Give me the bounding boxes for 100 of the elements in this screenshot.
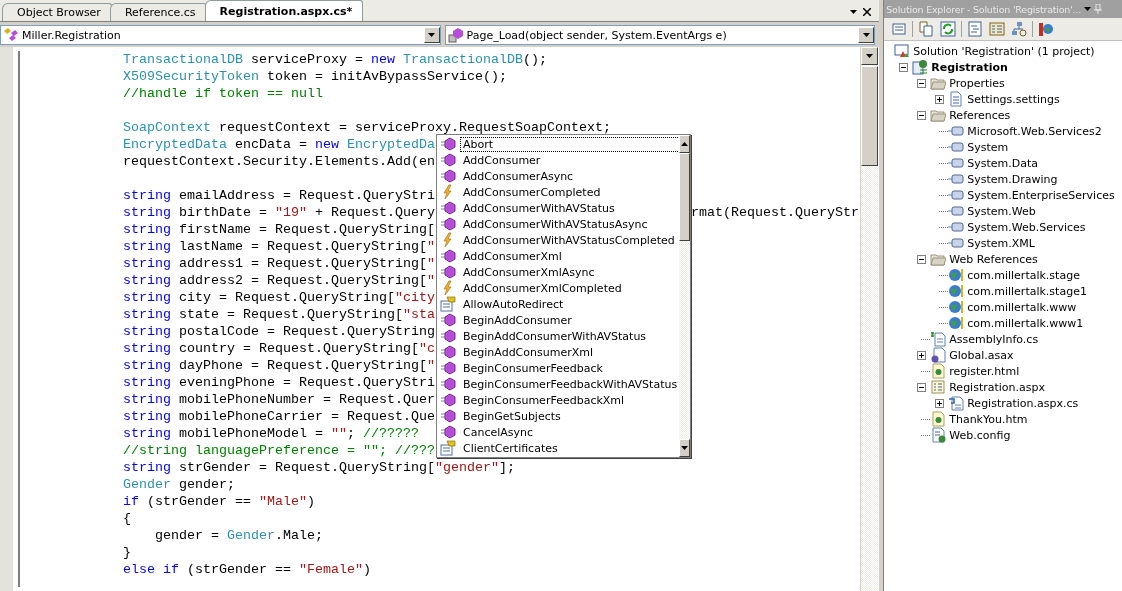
completion-item[interactable]: AddConsumer xyxy=(461,153,543,167)
member-dropdown[interactable]: Page_Load(object sender, System.EventArgs e) xyxy=(444,25,876,45)
tree-item[interactable]: Microsoft.Web.Services2 xyxy=(967,124,1102,138)
code-line: string firstName = Request.QueryString[ xyxy=(123,222,435,237)
tree-item[interactable]: System.Data xyxy=(967,156,1038,170)
expander-button[interactable] xyxy=(916,254,926,264)
class-diagram-button[interactable] xyxy=(1010,20,1029,38)
gear-file-icon xyxy=(930,347,947,363)
code-line: SoapContext requestContext = serviceProxy.RequestSoapContext; xyxy=(123,120,611,135)
scrollbar[interactable] xyxy=(860,47,879,591)
expander-button[interactable] xyxy=(916,78,926,88)
code-icon xyxy=(967,21,984,37)
tree-item[interactable]: Solution 'Registration' (1 project) xyxy=(913,44,1095,58)
method-icon xyxy=(440,424,456,440)
expander-button[interactable] xyxy=(916,382,926,392)
document-tab[interactable]: Registration.aspx.cs* xyxy=(204,0,364,21)
tree-item[interactable]: ThankYou.htm xyxy=(949,412,1028,426)
dropdown-icon xyxy=(850,10,858,14)
tree-item[interactable]: com.millertalk.www1 xyxy=(967,316,1084,330)
tree-item[interactable]: Registration.aspx xyxy=(949,380,1045,394)
code-line: EncryptedData encData = new EncryptedDa xyxy=(123,137,435,152)
tree-item[interactable]: System.Web xyxy=(967,204,1036,218)
reference-icon xyxy=(948,235,965,251)
completion-item[interactable]: ClientCertificates xyxy=(461,441,560,455)
completion-item[interactable]: BeginAddConsumer xyxy=(461,313,574,327)
expander-button[interactable] xyxy=(916,350,926,360)
reference-icon xyxy=(948,203,965,219)
completion-item[interactable]: BeginConsumerFeedbackXml xyxy=(461,393,627,407)
expander-button[interactable] xyxy=(898,62,908,72)
folder-icon xyxy=(930,107,947,123)
completion-item[interactable]: AddConsumerWithAVStatusAsync xyxy=(461,217,650,231)
document-tab[interactable]: Reference.cs xyxy=(109,3,207,21)
tree-item[interactable]: Global.asax xyxy=(949,348,1014,362)
document-icon xyxy=(948,91,965,107)
completion-item[interactable]: AddConsumerCompleted xyxy=(461,185,603,199)
code-line: Gender gender; xyxy=(123,477,235,492)
project-icon xyxy=(912,59,929,75)
expander-button[interactable] xyxy=(934,398,944,408)
code-file-icon xyxy=(930,331,947,347)
completion-item[interactable]: AddConsumerWithAVStatus xyxy=(461,201,617,215)
files-icon xyxy=(918,21,935,37)
down-arrow-icon xyxy=(681,446,689,450)
tree-item[interactable]: Web.config xyxy=(949,428,1011,442)
tree-item[interactable]: com.millertalk.www xyxy=(967,300,1077,314)
method-icon xyxy=(440,248,456,264)
tree-item[interactable]: Settings.settings xyxy=(967,92,1060,106)
web-file-icon xyxy=(930,411,947,427)
tree-item[interactable]: AssemblyInfo.cs xyxy=(949,332,1039,346)
completion-item[interactable]: Abort xyxy=(461,137,680,151)
code-line: requestContext.Security.Elements.Add(en xyxy=(123,154,435,169)
document-tab[interactable]: Object Browser xyxy=(2,3,112,21)
method-icon xyxy=(440,376,456,392)
completion-item[interactable]: BeginAddConsumerXml xyxy=(461,345,596,359)
completion-item[interactable]: AddConsumerAsync xyxy=(461,169,576,183)
properties-icon xyxy=(891,21,908,37)
tree-item[interactable]: System.Web.Services xyxy=(967,220,1086,234)
completion-item[interactable]: AllowAutoRedirect xyxy=(461,297,566,311)
tree-item[interactable]: System.XML xyxy=(967,236,1035,250)
code-line: string emailAddress = Request.QueryStri xyxy=(123,188,435,203)
web-button[interactable] xyxy=(1037,20,1056,38)
code-line: string strGender = Request.QueryString["gender"]; xyxy=(123,460,515,475)
globe-icon xyxy=(948,267,965,283)
tree-item[interactable]: com.millertalk.stage xyxy=(967,268,1080,282)
code-line: } xyxy=(123,545,131,560)
reference-icon xyxy=(948,155,965,171)
tree-item[interactable]: register.html xyxy=(949,364,1020,378)
tree-item[interactable]: Web References xyxy=(949,252,1038,266)
tree-item[interactable]: System xyxy=(967,140,1009,154)
method-icon xyxy=(440,168,456,184)
completion-item[interactable]: CancelAsync xyxy=(461,425,536,439)
refresh-button[interactable] xyxy=(939,20,958,38)
completion-item[interactable]: AddConsumerWithAVStatusCompleted xyxy=(461,233,677,247)
code-line: string state = Request.QueryString["sta xyxy=(123,307,435,322)
scrollbar-thumb[interactable] xyxy=(679,153,690,241)
tree-item[interactable]: System.EnterpriseServices xyxy=(967,188,1115,202)
tree-item[interactable]: Properties xyxy=(949,76,1005,90)
completion-item[interactable]: AddConsumerXml xyxy=(461,249,564,263)
tree-item[interactable]: System.Drawing xyxy=(967,172,1058,186)
tree-item[interactable]: References xyxy=(949,108,1011,122)
tree-item[interactable]: Registration xyxy=(931,60,1008,74)
show-files-button[interactable] xyxy=(917,20,936,38)
completion-item[interactable]: AddConsumerXmlCompleted xyxy=(461,281,624,295)
close-icon[interactable] xyxy=(863,8,872,16)
tree-item[interactable]: com.millertalk.stage1 xyxy=(967,284,1087,298)
code-line: X509SecurityToken token = initAvBypassService(); xyxy=(123,69,507,84)
diagram-icon xyxy=(1011,21,1028,37)
globe-icon xyxy=(1038,21,1055,37)
code-line: gender = Gender.Male; xyxy=(154,528,323,543)
completion-item[interactable]: BeginConsumerFeedback xyxy=(461,361,605,375)
list-scrollbar[interactable] xyxy=(679,135,690,457)
completion-item[interactable]: BeginConsumerFeedbackWithAVStatus xyxy=(461,377,680,391)
completion-item[interactable]: AddConsumerXmlAsync xyxy=(461,265,597,279)
completion-item[interactable]: BeginAddConsumerWithAVStatus xyxy=(461,329,649,343)
completion-item[interactable]: BeginGetSubjects xyxy=(461,409,563,423)
tree-item[interactable]: Registration.aspx.cs xyxy=(967,396,1079,410)
scrollbar-thumb[interactable] xyxy=(861,66,879,166)
type-dropdown[interactable]: Miller.Registration xyxy=(0,25,441,45)
expander-button[interactable] xyxy=(916,110,926,120)
method-icon xyxy=(440,344,456,360)
expander-button[interactable] xyxy=(934,94,944,104)
